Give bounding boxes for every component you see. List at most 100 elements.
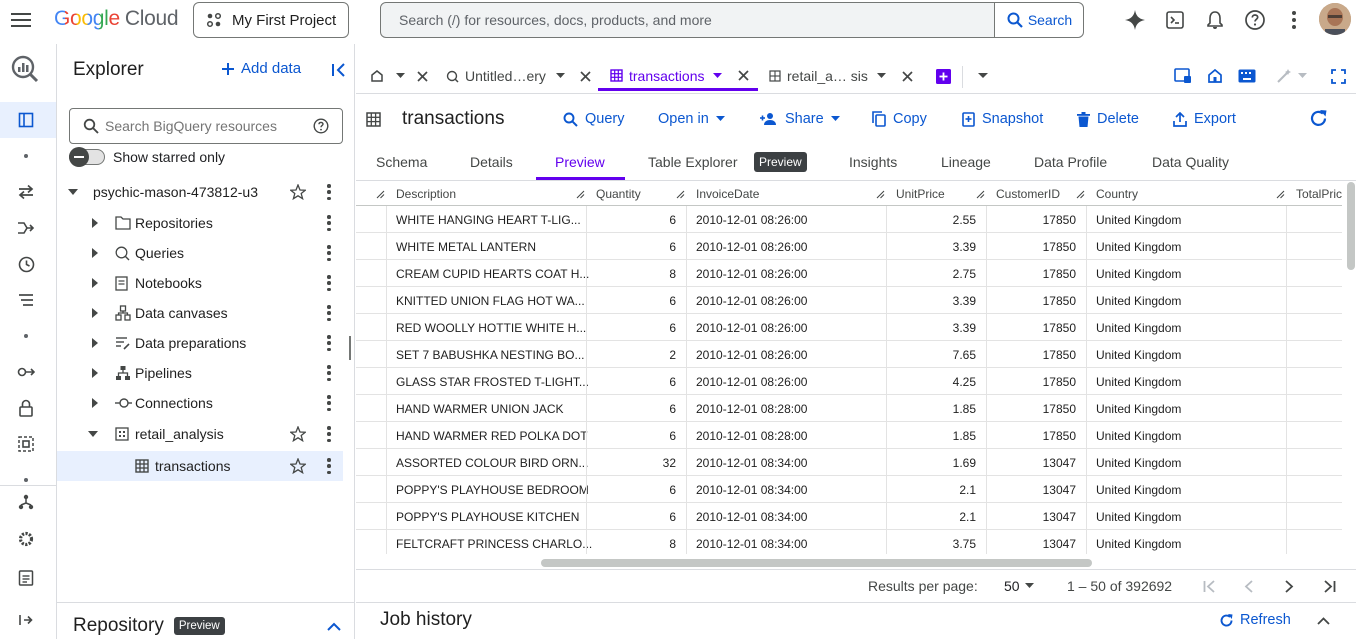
capacity-icon[interactable] bbox=[16, 434, 36, 454]
google-cloud-logo[interactable]: Google Cloud bbox=[54, 7, 179, 31]
kebab-menu-icon[interactable] bbox=[325, 426, 333, 442]
column-header[interactable]: InvoiceDate bbox=[696, 187, 759, 201]
toggle-switch[interactable] bbox=[69, 147, 105, 167]
fullscreen-icon[interactable] bbox=[1331, 69, 1346, 84]
copy-button[interactable]: Copy bbox=[872, 111, 927, 127]
help-icon[interactable] bbox=[1244, 9, 1266, 31]
vertical-scrollbar[interactable] bbox=[1347, 182, 1355, 270]
expand-rail-icon[interactable] bbox=[16, 610, 36, 630]
column-header[interactable]: Description bbox=[396, 187, 456, 201]
column-header[interactable]: Quantity bbox=[596, 187, 641, 201]
keyboard-icon[interactable] bbox=[1238, 69, 1256, 83]
column-resize-handle[interactable] bbox=[976, 190, 985, 199]
studio-icon[interactable] bbox=[16, 110, 36, 130]
kebab-menu-icon[interactable] bbox=[325, 184, 333, 200]
chevron-down-icon[interactable] bbox=[396, 73, 405, 79]
column-resize-handle[interactable] bbox=[1276, 190, 1285, 199]
tab-details[interactable]: Details bbox=[470, 154, 513, 170]
tab-retail-analysis[interactable]: retail_a… sis bbox=[769, 63, 913, 89]
table-row[interactable]: RED WOOLLY HOTTIE WHITE H... 6 2010-12-0… bbox=[356, 314, 1342, 341]
tree-dataset-row[interactable]: retail_analysis bbox=[57, 419, 343, 449]
kebab-menu-icon[interactable] bbox=[325, 458, 333, 474]
governance-icon[interactable] bbox=[16, 362, 36, 382]
tab-schema[interactable]: Schema bbox=[376, 154, 427, 170]
home-tab[interactable] bbox=[370, 63, 428, 89]
table-row[interactable]: KNITTED UNION FLAG HOT WA... 6 2010-12-0… bbox=[356, 287, 1342, 314]
kebab-menu-icon[interactable] bbox=[325, 335, 333, 351]
tabs-overflow-icon[interactable] bbox=[978, 73, 988, 79]
column-resize-handle[interactable] bbox=[1076, 190, 1085, 199]
chevron-up-icon[interactable] bbox=[327, 622, 341, 631]
bigquery-logo-icon[interactable] bbox=[10, 54, 40, 84]
tree-table-row[interactable]: transactions bbox=[57, 451, 343, 481]
snapshot-button[interactable]: Snapshot bbox=[962, 111, 1043, 127]
next-page-icon[interactable] bbox=[1285, 580, 1294, 593]
table-row[interactable]: CREAM CUPID HEARTS COAT H... 8 2010-12-0… bbox=[356, 260, 1342, 287]
kebab-menu-icon[interactable] bbox=[325, 305, 333, 321]
table-row[interactable]: FELTCRAFT PRINCESS CHARLO... 8 2010-12-0… bbox=[356, 530, 1342, 554]
delete-button[interactable]: Delete bbox=[1077, 111, 1139, 127]
tab-insights[interactable]: Insights bbox=[849, 154, 897, 170]
pipelines-icon[interactable] bbox=[16, 218, 36, 238]
table-row[interactable]: SET 7 BABUSHKA NESTING BO... 2 2010-12-0… bbox=[356, 341, 1342, 368]
transfers-icon[interactable] bbox=[16, 182, 36, 202]
table-row[interactable]: POPPY'S PLAYHOUSE KITCHEN 6 2010-12-01 0… bbox=[356, 503, 1342, 530]
add-data-button[interactable]: Add data bbox=[221, 60, 301, 77]
query-button[interactable]: Query bbox=[563, 111, 625, 127]
global-search-input[interactable] bbox=[381, 3, 994, 37]
avatar[interactable] bbox=[1319, 3, 1351, 35]
tree-item-data-canvases[interactable]: Data canvases bbox=[57, 298, 343, 328]
chevron-right-icon[interactable] bbox=[89, 367, 101, 379]
cloud-shell-icon[interactable] bbox=[1165, 10, 1185, 30]
tree-project-row[interactable]: psychic-mason-473812-u3 bbox=[57, 177, 343, 207]
star-icon[interactable] bbox=[290, 184, 306, 200]
chevron-down-icon[interactable] bbox=[67, 186, 79, 198]
table-row[interactable]: HAND WARMER UNION JACK 6 2010-12-01 08:2… bbox=[356, 395, 1342, 422]
tree-item-data-preparations[interactable]: Data preparations bbox=[57, 328, 343, 358]
main-menu-icon[interactable] bbox=[10, 10, 32, 30]
per-page-select[interactable]: 50 bbox=[1004, 578, 1034, 594]
column-header[interactable]: TotalPric bbox=[1296, 187, 1342, 201]
table-row[interactable]: WHITE HANGING HEART T-LIG... 6 2010-12-0… bbox=[356, 206, 1342, 233]
kebab-menu-icon[interactable] bbox=[325, 215, 333, 231]
table-row[interactable]: GLASS STAR FROSTED T-LIGHT... 6 2010-12-… bbox=[356, 368, 1342, 395]
collapse-explorer-icon[interactable] bbox=[331, 62, 347, 78]
kebab-menu-icon[interactable] bbox=[325, 275, 333, 291]
close-icon[interactable] bbox=[738, 70, 750, 81]
share-button[interactable]: Share bbox=[760, 111, 840, 127]
chevron-right-icon[interactable] bbox=[89, 247, 101, 259]
repository-header[interactable]: Repository Preview bbox=[73, 615, 225, 637]
chevron-right-icon[interactable] bbox=[89, 307, 101, 319]
search-button[interactable]: Search bbox=[994, 3, 1083, 37]
release-notes-icon[interactable] bbox=[16, 567, 36, 587]
tab-preview[interactable]: Preview bbox=[555, 154, 605, 170]
chevron-down-icon[interactable] bbox=[713, 72, 723, 79]
tab-transactions[interactable]: transactions bbox=[598, 63, 758, 91]
close-icon[interactable] bbox=[417, 70, 428, 82]
lock-icon[interactable] bbox=[16, 398, 36, 418]
chevron-down-icon[interactable] bbox=[87, 428, 99, 440]
horizontal-scrollbar[interactable] bbox=[541, 559, 1092, 567]
tab-lineage[interactable]: Lineage bbox=[941, 154, 991, 170]
open-in-button[interactable]: Open in bbox=[658, 111, 725, 127]
tree-item-repositories[interactable]: Repositories bbox=[57, 208, 343, 238]
chevron-down-icon[interactable] bbox=[876, 73, 886, 79]
tab-untitled-query[interactable]: Untitled…ery bbox=[446, 63, 591, 89]
tree-item-pipelines[interactable]: Pipelines bbox=[57, 358, 343, 388]
kebab-menu-icon[interactable] bbox=[325, 395, 333, 411]
star-icon[interactable] bbox=[290, 426, 306, 442]
tree-item-notebooks[interactable]: Notebooks bbox=[57, 268, 343, 298]
explorer-resize-handle[interactable] bbox=[349, 336, 351, 360]
chevron-down-icon[interactable] bbox=[555, 73, 565, 79]
refresh-icon[interactable] bbox=[1308, 108, 1329, 129]
star-icon[interactable] bbox=[290, 458, 306, 474]
column-resize-handle[interactable] bbox=[376, 190, 385, 199]
home-icon[interactable] bbox=[1207, 68, 1223, 84]
settings-icon[interactable] bbox=[16, 529, 36, 549]
help-icon[interactable] bbox=[313, 118, 329, 134]
export-button[interactable]: Export bbox=[1173, 111, 1236, 127]
table-row[interactable]: HAND WARMER RED POLKA DOT 6 2010-12-01 0… bbox=[356, 422, 1342, 449]
column-header[interactable]: CustomerID bbox=[996, 187, 1060, 201]
chevron-right-icon[interactable] bbox=[89, 277, 101, 289]
more-options-icon[interactable] bbox=[1290, 11, 1298, 29]
